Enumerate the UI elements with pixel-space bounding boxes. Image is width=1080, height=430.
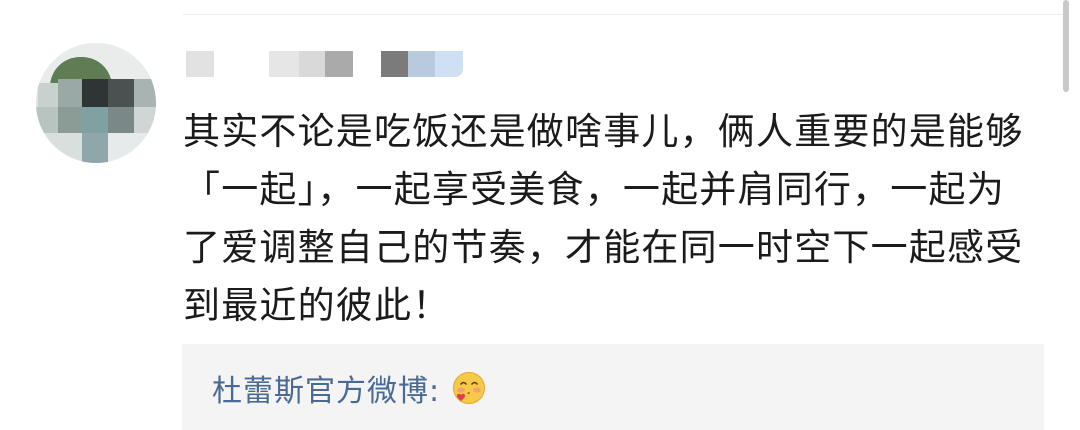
nickname-pixel	[435, 51, 463, 77]
comment-card: 其实不论是吃饭还是做啥事儿，俩人重要的是能够「一起」，一起享受美食，一起并肩同行…	[0, 0, 1080, 430]
avatar-pixel	[38, 83, 58, 109]
avatar-pixel	[36, 107, 58, 133]
avatar-pixel	[108, 107, 134, 133]
avatar-pixel	[58, 107, 82, 133]
blushing-kiss-emoji-icon	[453, 372, 486, 404]
reply-box[interactable]: 杜蕾斯官方微博:	[182, 344, 1044, 430]
divider	[183, 14, 1063, 15]
scrollbar[interactable]	[1063, 0, 1069, 92]
avatar-pixel	[36, 133, 82, 163]
avatar-pixel	[134, 79, 156, 107]
avatar-pixel	[108, 79, 134, 107]
nickname-pixel	[186, 51, 214, 77]
comment-text: 其实不论是吃饭还是做啥事儿，俩人重要的是能够「一起」，一起享受美食，一起并肩同行…	[183, 110, 1024, 327]
avatar-pixel	[82, 79, 108, 109]
avatar[interactable]	[36, 43, 156, 163]
nickname-pixel	[269, 51, 299, 77]
avatar-pixel	[134, 107, 156, 133]
reply-line: 杜蕾斯官方微博:	[212, 366, 486, 410]
reply-author-link[interactable]: 杜蕾斯官方微博:	[212, 366, 440, 410]
username-blurred[interactable]	[186, 51, 486, 77]
avatar-pixel	[58, 79, 82, 107]
nickname-pixel	[408, 51, 435, 77]
nickname-pixel	[299, 51, 325, 77]
avatar-pixel	[82, 107, 108, 133]
avatar-pixel	[82, 133, 108, 163]
nickname-pixel	[381, 51, 408, 77]
nickname-pixel	[325, 51, 353, 77]
avatar-pixel	[108, 133, 156, 163]
